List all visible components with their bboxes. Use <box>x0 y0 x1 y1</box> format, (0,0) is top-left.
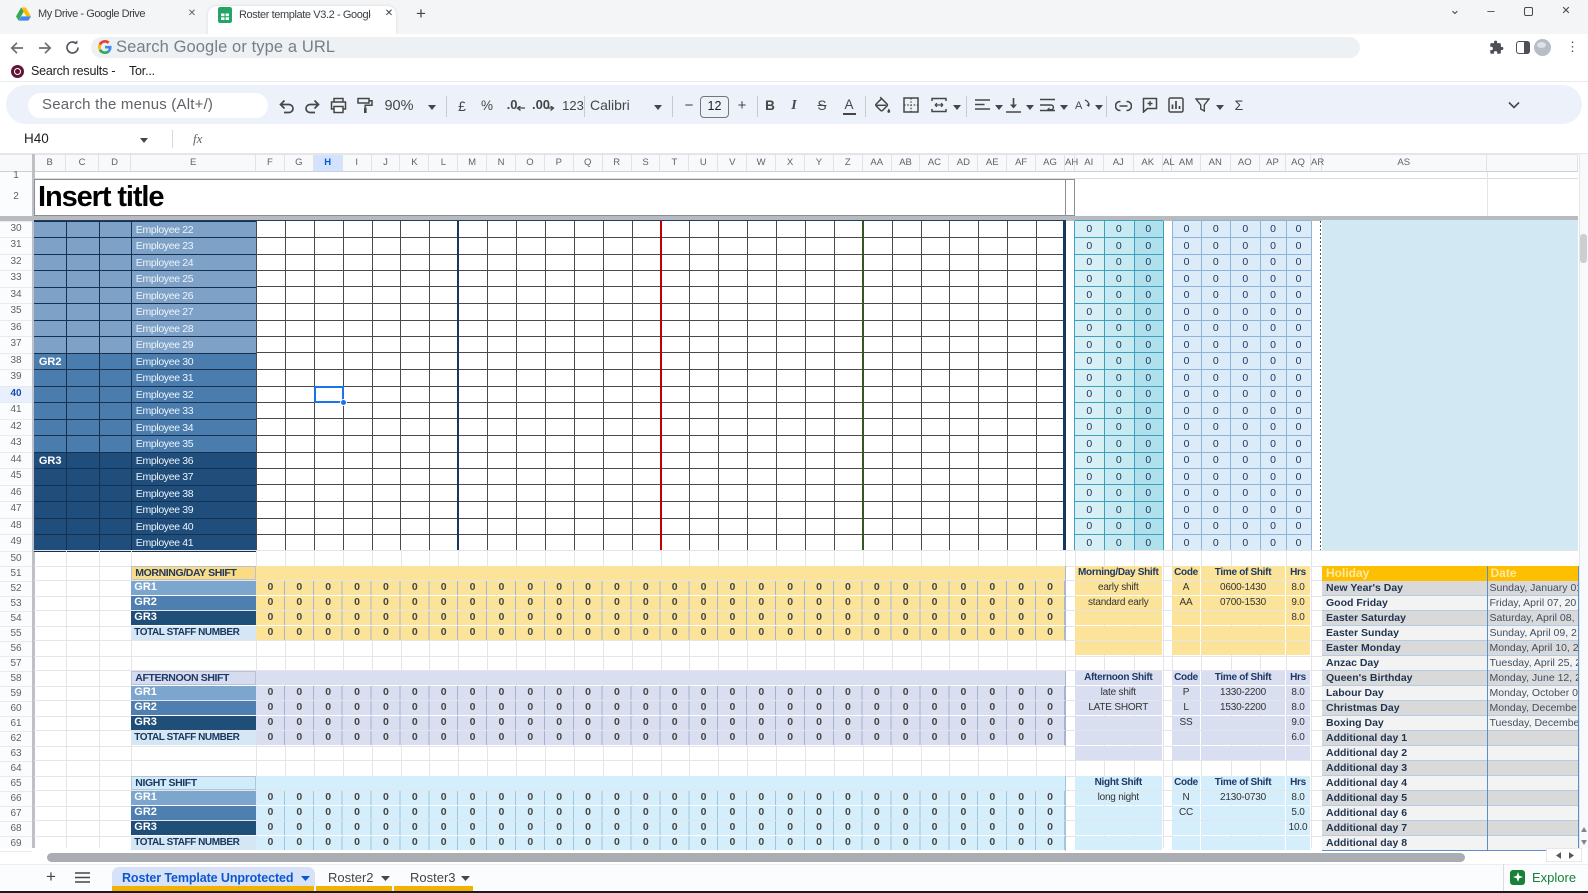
svg-text:A: A <box>1075 100 1083 112</box>
